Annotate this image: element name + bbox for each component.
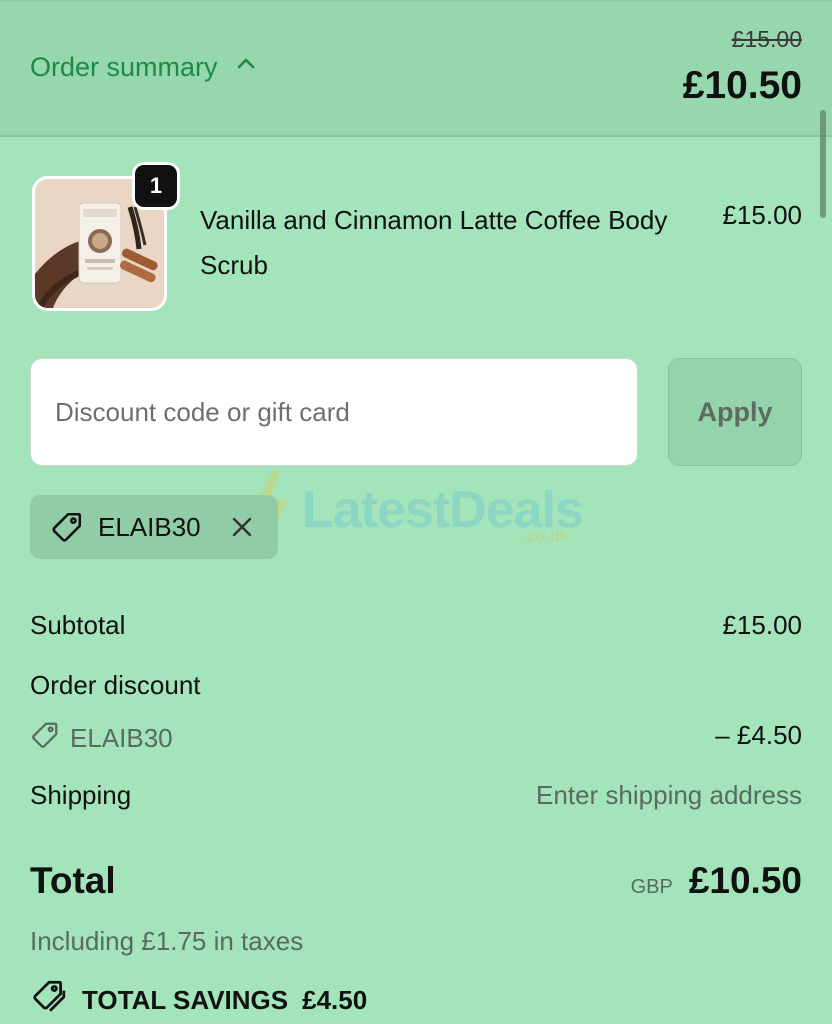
order-summary-toggle[interactable]: Order summary — [30, 52, 258, 83]
header-compare-price: £15.00 — [731, 26, 802, 52]
order-discount-label: Order discount — [30, 670, 201, 700]
order-summary-label: Order summary — [30, 52, 218, 82]
shipping-value: Enter shipping address — [536, 780, 802, 810]
total-amount: £10.50 — [688, 860, 802, 901]
total-label: Total — [30, 860, 116, 901]
total-amount-group: GBP £10.50 — [631, 860, 802, 902]
tag-icon — [50, 510, 84, 544]
shipping-row: Shipping Enter shipping address — [30, 780, 802, 811]
total-savings-value: £4.50 — [302, 985, 368, 1015]
applied-discount-code: ELAIB30 — [98, 511, 201, 542]
line-item: 1 Vanilla and Cinnamon Latte Coffee Body… — [32, 162, 802, 316]
applied-discount-chip: ELAIB30 — [30, 495, 278, 559]
header-total-price: £10.50 — [682, 64, 802, 107]
order-summary-header: Order summary £15.00 £10.50 — [0, 0, 832, 137]
apply-button[interactable]: Apply — [668, 358, 802, 466]
watermark-logo: LatestDeals .co.uk — [240, 470, 600, 560]
product-name: Vanilla and Cinnamon Latte Coffee Body S… — [200, 205, 668, 280]
total-savings: TOTAL SAVINGS £4.50 — [30, 978, 367, 1023]
subtotal-value: £15.00 — [722, 610, 802, 640]
product-price: £15.00 — [722, 200, 802, 230]
order-discount-row: Order discount — [30, 670, 802, 701]
taxes-note: Including £1.75 in taxes — [30, 926, 304, 956]
close-icon[interactable] — [227, 512, 257, 542]
currency-code: GBP — [630, 876, 673, 898]
discount-code-text: ELAIB30 — [70, 723, 173, 753]
tag-icon — [30, 720, 60, 757]
chevron-up-icon — [234, 52, 258, 83]
shipping-label: Shipping — [30, 780, 132, 810]
total-savings-label: TOTAL SAVINGS — [82, 985, 289, 1015]
quantity-badge: 1 — [132, 162, 180, 210]
discount-value: – £4.50 — [715, 720, 802, 750]
discount-code-input[interactable] — [30, 358, 638, 466]
discount-code-row: ELAIB30 – £4.50 — [30, 720, 802, 757]
watermark-subtext: .co.uk — [522, 528, 569, 545]
subtotal-label: Subtotal — [30, 610, 126, 640]
scrollbar[interactable] — [820, 110, 826, 218]
subtotal-row: Subtotal £15.00 — [30, 610, 802, 641]
double-tag-icon — [30, 978, 68, 1023]
discount-code: ELAIB30 — [30, 720, 802, 757]
